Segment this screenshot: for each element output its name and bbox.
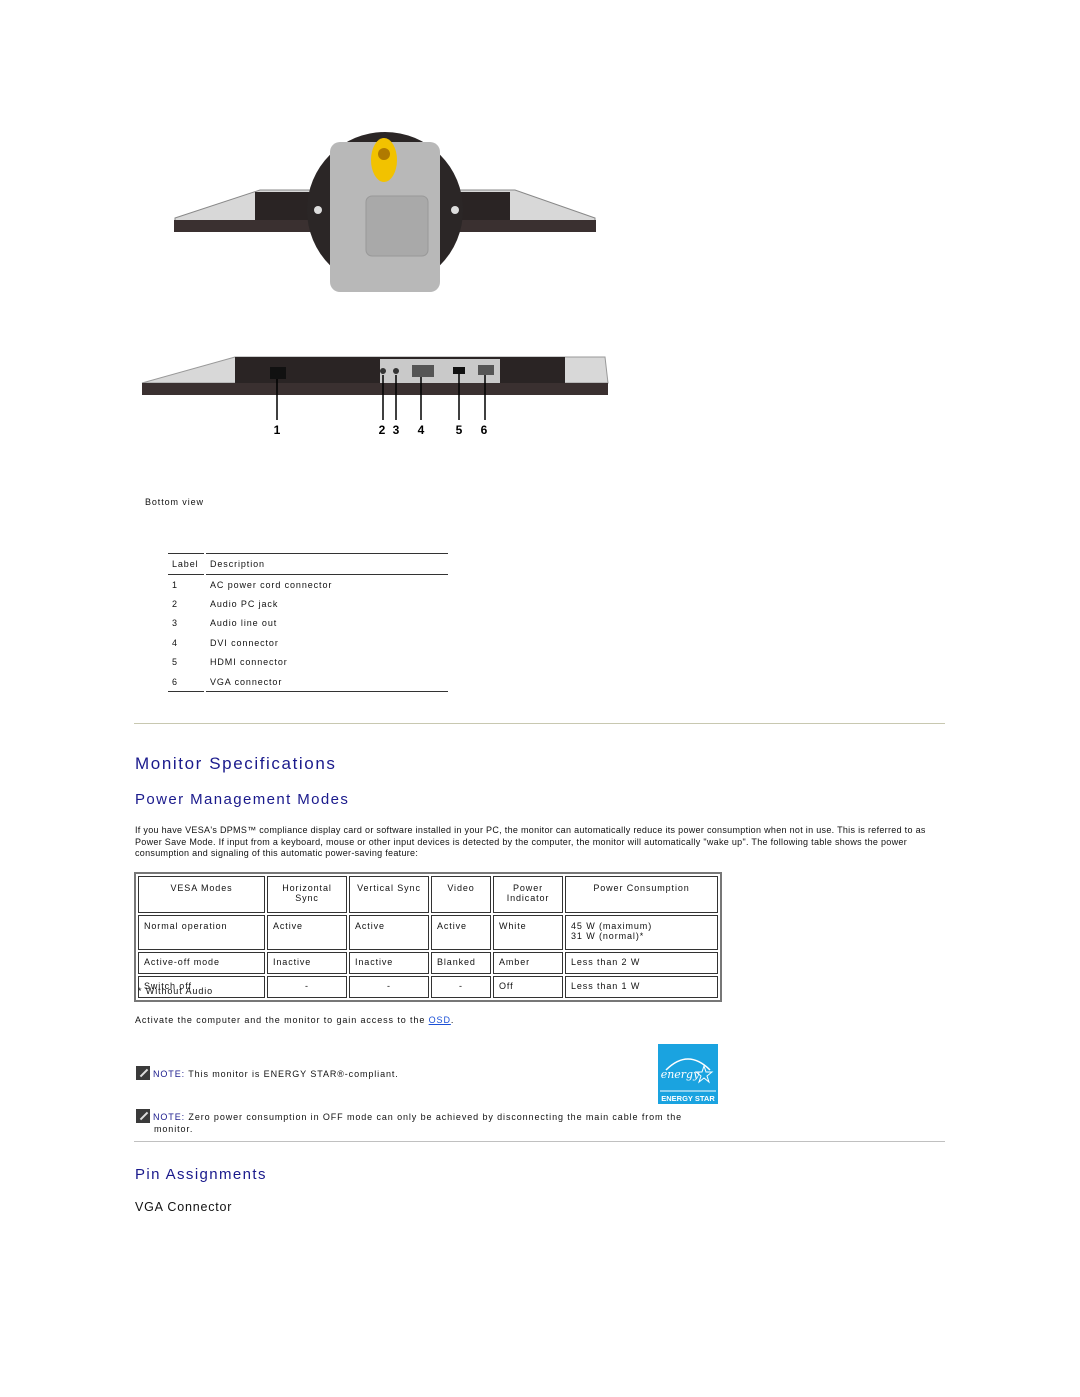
callout-3: 3 bbox=[393, 423, 400, 437]
header-label: Label bbox=[168, 553, 206, 575]
note-energy-star: NOTE: This monitor is ENERGY STAR®-compl… bbox=[136, 1066, 399, 1080]
energy-star-logo: energy ENERGY STAR bbox=[658, 1044, 718, 1104]
label-cell: 1 bbox=[168, 574, 206, 595]
callout-2: 2 bbox=[379, 423, 386, 437]
table-row: 1 AC power cord connector bbox=[168, 574, 448, 595]
section-title: Monitor Specifications bbox=[135, 754, 337, 773]
label-cell: 3 bbox=[168, 613, 206, 634]
svg-text:ENERGY STAR: ENERGY STAR bbox=[661, 1094, 715, 1103]
vga-connector-heading: VGA Connector bbox=[135, 1200, 233, 1214]
description-cell: VGA connector bbox=[205, 671, 448, 693]
header-video: Video bbox=[431, 876, 491, 913]
table-row: 3 Audio line out bbox=[168, 613, 448, 634]
intro-paragraph: If you have VESA's DPMS™ compliance disp… bbox=[135, 825, 926, 858]
note-text-continuation: monitor. bbox=[154, 1123, 194, 1134]
mode-cell: Active-off mode bbox=[138, 952, 265, 974]
header-power-consumption: Power Consumption bbox=[565, 876, 718, 913]
mode-cell: Normal operation bbox=[138, 915, 265, 950]
monitor-bottom-view-stand-image bbox=[174, 132, 596, 292]
monitor-connector-view-image: 1 2 3 4 5 6 bbox=[141, 356, 609, 437]
callout-6: 6 bbox=[481, 423, 488, 437]
indicator-cell: Amber bbox=[493, 952, 563, 974]
svg-text:energy: energy bbox=[661, 1068, 700, 1081]
video-cell: - bbox=[431, 976, 491, 998]
video-cell: Active bbox=[431, 915, 491, 950]
callout-1: 1 bbox=[274, 423, 281, 437]
consumption-cell: Less than 2 W bbox=[565, 952, 718, 974]
section-divider bbox=[134, 723, 945, 724]
header-description: Description bbox=[205, 553, 448, 575]
power-management-table: VESA Modes Horizontal Sync Vertical Sync… bbox=[134, 872, 722, 1002]
header-power-indicator: Power Indicator bbox=[493, 876, 563, 913]
figure-caption: Bottom view bbox=[145, 497, 204, 507]
indicator-cell: White bbox=[493, 915, 563, 950]
table-row: Normal operation Active Active Active Wh… bbox=[138, 915, 718, 950]
section-subtitle: Power Management Modes bbox=[135, 791, 350, 808]
description-cell: Audio line out bbox=[210, 618, 278, 629]
hsync-cell: Active bbox=[267, 915, 347, 950]
consumption-normal: 31 W (normal)* bbox=[571, 931, 645, 941]
consumption-cell: 45 W (maximum) 31 W (normal)* bbox=[565, 915, 718, 950]
activate-text: Activate the computer and the monitor to… bbox=[135, 1015, 454, 1025]
table-row: Switch off - - - Off Less than 1 W bbox=[138, 976, 718, 998]
energy-star-icon: energy ENERGY STAR bbox=[660, 1058, 716, 1103]
header-vertical-sync: Vertical Sync bbox=[349, 876, 429, 913]
table-row: 6 VGA connector bbox=[168, 671, 448, 693]
note-keyword: NOTE: bbox=[153, 1112, 186, 1122]
consumption-cell: Less than 1 W bbox=[565, 976, 718, 998]
connector-label-table: Label Description 1 AC power cord connect… bbox=[168, 553, 448, 693]
label-cell: 4 bbox=[168, 633, 206, 653]
video-cell: Blanked bbox=[431, 952, 491, 974]
vsync-cell: - bbox=[349, 976, 429, 998]
description-cell: DVI connector bbox=[210, 637, 279, 648]
note-pencil-icon bbox=[136, 1109, 150, 1123]
table-header-row: Label Description bbox=[168, 553, 448, 575]
label-cell: 6 bbox=[168, 671, 206, 693]
table-row: 5 HDMI connector bbox=[168, 652, 448, 672]
callout-4: 4 bbox=[418, 423, 425, 437]
note-pencil-icon bbox=[136, 1066, 150, 1080]
note-keyword: NOTE: bbox=[153, 1069, 186, 1079]
table-footnote: * Without Audio bbox=[138, 986, 214, 996]
indicator-cell: Off bbox=[493, 976, 563, 998]
activate-text-body: Activate the computer and the monitor to… bbox=[135, 1015, 429, 1025]
note-text: This monitor is ENERGY STAR®-compliant. bbox=[185, 1069, 399, 1079]
activate-suffix: . bbox=[450, 1015, 455, 1025]
description-cell: AC power cord connector bbox=[210, 579, 333, 590]
table-row: Active-off mode Inactive Inactive Blanke… bbox=[138, 952, 718, 974]
note-text: Zero power consumption in OFF mode can o… bbox=[185, 1112, 683, 1122]
pin-assignments-title: Pin Assignments bbox=[135, 1166, 267, 1183]
description-cell: HDMI connector bbox=[210, 657, 288, 668]
consumption-max: 45 W (maximum) bbox=[571, 921, 653, 931]
header-horizontal-sync: Horizontal Sync bbox=[267, 876, 347, 913]
label-cell: 2 bbox=[168, 594, 206, 614]
callout-5: 5 bbox=[456, 423, 463, 437]
description-cell: Audio PC jack bbox=[210, 599, 279, 610]
note-zero-power: NOTE: Zero power consumption in OFF mode… bbox=[136, 1109, 716, 1135]
hsync-cell: - bbox=[267, 976, 347, 998]
osd-link[interactable]: OSD bbox=[429, 1015, 451, 1025]
vsync-cell: Inactive bbox=[349, 952, 429, 974]
table-row: 4 DVI connector bbox=[168, 633, 448, 653]
vsync-cell: Active bbox=[349, 915, 429, 950]
section-divider bbox=[134, 1141, 945, 1142]
header-vesa-modes: VESA Modes bbox=[138, 876, 265, 913]
table-row: 2 Audio PC jack bbox=[168, 594, 448, 614]
table-header-row: VESA Modes Horizontal Sync Vertical Sync… bbox=[138, 876, 718, 913]
label-cell: 5 bbox=[168, 652, 206, 672]
hsync-cell: Inactive bbox=[267, 952, 347, 974]
